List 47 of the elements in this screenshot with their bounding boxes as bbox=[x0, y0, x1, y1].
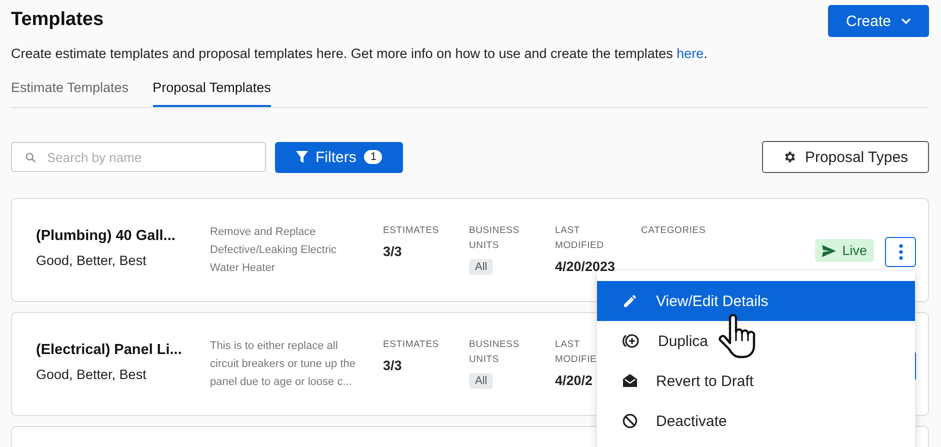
block-icon bbox=[622, 413, 638, 429]
status-badge: Live bbox=[815, 239, 874, 262]
menu-item[interactable]: Deactivate bbox=[597, 401, 915, 441]
tab[interactable]: Proposal Templates bbox=[152, 75, 271, 107]
template-subtitle: Good, Better, Best bbox=[36, 367, 148, 382]
more-icon bbox=[898, 244, 902, 260]
filters-button[interactable]: Filters 1 bbox=[275, 142, 403, 172]
column-label: LAST MODIFIED bbox=[555, 224, 604, 253]
estimates-value: 3/3 bbox=[383, 358, 402, 373]
template-subtitle: Good, Better, Best bbox=[36, 253, 148, 268]
estimates-value: 3/3 bbox=[383, 244, 402, 259]
intro-text: Create estimate templates and proposal templates here. Get more info on how to use and create the templates here. bbox=[11, 46, 708, 61]
circle-plus-icon bbox=[622, 333, 640, 349]
business-unit-tag: All bbox=[469, 373, 494, 389]
menu-item[interactable]: View/Edit Details bbox=[597, 281, 915, 321]
more-button[interactable] bbox=[885, 237, 916, 267]
date-value: 4/20/2023 bbox=[555, 259, 616, 274]
count-badge: 1 bbox=[364, 150, 382, 164]
envelope-icon bbox=[622, 373, 638, 389]
page-title: Templates bbox=[11, 9, 104, 31]
menu-item[interactable]: Duplica bbox=[597, 321, 915, 361]
column-label: ESTIMATES bbox=[383, 224, 440, 238]
column-label: BUSINESS UNITS bbox=[469, 224, 520, 253]
search-field[interactable]: Search by name bbox=[11, 142, 266, 172]
search-icon bbox=[25, 152, 36, 163]
tab[interactable]: Estimate Templates bbox=[11, 75, 129, 107]
template-description: This is to either replace all circuit breakers or tune up the panel due to age or loose c... bbox=[210, 339, 357, 390]
date-value: 4/20/2 bbox=[555, 373, 593, 388]
proposal-types-button[interactable]: Proposal Types bbox=[762, 141, 929, 173]
template-name[interactable]: (Plumbing) 40 Gall... bbox=[36, 228, 210, 244]
filters-label: Filters bbox=[316, 148, 356, 166]
menu-item[interactable]: Revert to Draft bbox=[597, 361, 915, 401]
template-name[interactable]: (Electrical) Panel Li... bbox=[36, 342, 210, 358]
column-label: CATEGORIES bbox=[641, 224, 707, 238]
business-unit-tag: All bbox=[469, 259, 494, 275]
column-label: BUSINESS UNITS bbox=[469, 338, 520, 367]
column-label: LAST MODIFIE bbox=[555, 338, 597, 367]
create-button[interactable]: Create bbox=[828, 5, 929, 37]
column-label: ESTIMATES bbox=[383, 338, 440, 352]
pencil-icon bbox=[622, 293, 638, 309]
send-icon bbox=[822, 244, 836, 256]
chevron-down-icon bbox=[901, 18, 912, 24]
help-link[interactable]: here bbox=[676, 46, 704, 61]
settings-icon bbox=[782, 150, 797, 164]
filter-icon bbox=[296, 151, 308, 163]
template-description: Remove and Replace Defective/Leaking Electric Water Heater bbox=[210, 225, 338, 276]
hand-cursor-icon bbox=[717, 314, 757, 360]
